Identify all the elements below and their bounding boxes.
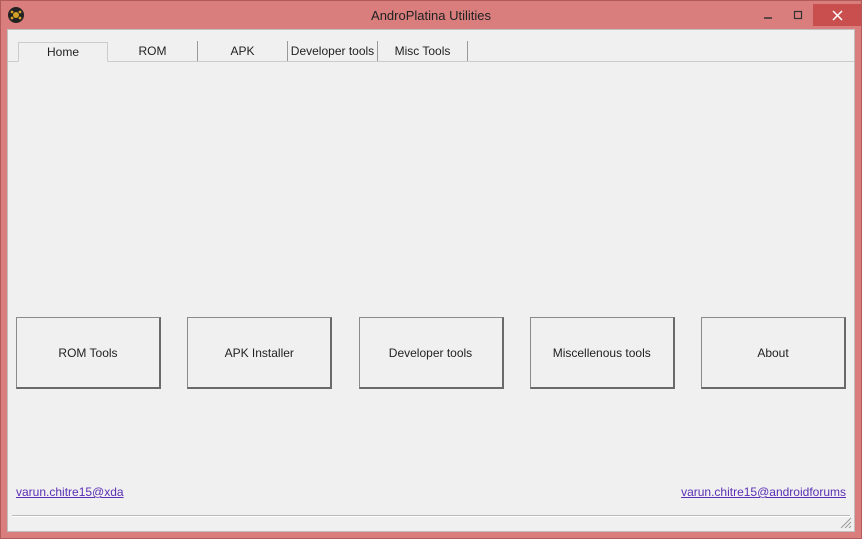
resize-grip-icon[interactable]	[838, 515, 852, 529]
about-button[interactable]: About	[701, 317, 846, 389]
close-button[interactable]	[813, 4, 861, 26]
androidforums-link[interactable]: varun.chitre15@androidforums	[681, 485, 846, 499]
tab-misc-tools[interactable]: Misc Tools	[378, 41, 468, 61]
footer-links: varun.chitre15@xda varun.chitre15@androi…	[16, 485, 846, 499]
tab-label: Home	[47, 45, 79, 59]
xda-link[interactable]: varun.chitre15@xda	[16, 485, 124, 499]
divider	[12, 515, 850, 517]
tab-label: Developer tools	[291, 44, 374, 58]
button-label: About	[757, 346, 788, 360]
titlebar[interactable]: AndroPlatina Utilities	[1, 1, 861, 29]
tab-label: ROM	[139, 44, 167, 58]
tab-label: Misc Tools	[395, 44, 451, 58]
maximize-button[interactable]	[783, 4, 813, 26]
tab-apk[interactable]: APK	[198, 41, 288, 61]
tabstrip: Home ROM APK Developer tools Misc Tools	[8, 30, 854, 62]
apk-installer-button[interactable]: APK Installer	[187, 317, 332, 389]
window-controls	[753, 4, 861, 26]
client-area: Home ROM APK Developer tools Misc Tools …	[7, 29, 855, 532]
window-frame: AndroPlatina Utilities Home ROM APK Deve…	[0, 0, 862, 539]
button-label: Miscellenous tools	[553, 346, 651, 360]
tab-label: APK	[230, 44, 254, 58]
button-label: APK Installer	[225, 346, 294, 360]
window-title: AndroPlatina Utilities	[371, 8, 491, 23]
minimize-button[interactable]	[753, 4, 783, 26]
button-label: Developer tools	[389, 346, 472, 360]
tab-developer-tools[interactable]: Developer tools	[288, 41, 378, 61]
button-label: ROM Tools	[58, 346, 117, 360]
app-icon	[7, 6, 25, 24]
tab-rom[interactable]: ROM	[108, 41, 198, 61]
button-row: ROM Tools APK Installer Developer tools …	[16, 317, 846, 389]
tab-home[interactable]: Home	[18, 42, 108, 62]
rom-tools-button[interactable]: ROM Tools	[16, 317, 161, 389]
developer-tools-button[interactable]: Developer tools	[359, 317, 504, 389]
misc-tools-button[interactable]: Miscellenous tools	[530, 317, 675, 389]
tab-content-home: ROM Tools APK Installer Developer tools …	[8, 62, 854, 531]
